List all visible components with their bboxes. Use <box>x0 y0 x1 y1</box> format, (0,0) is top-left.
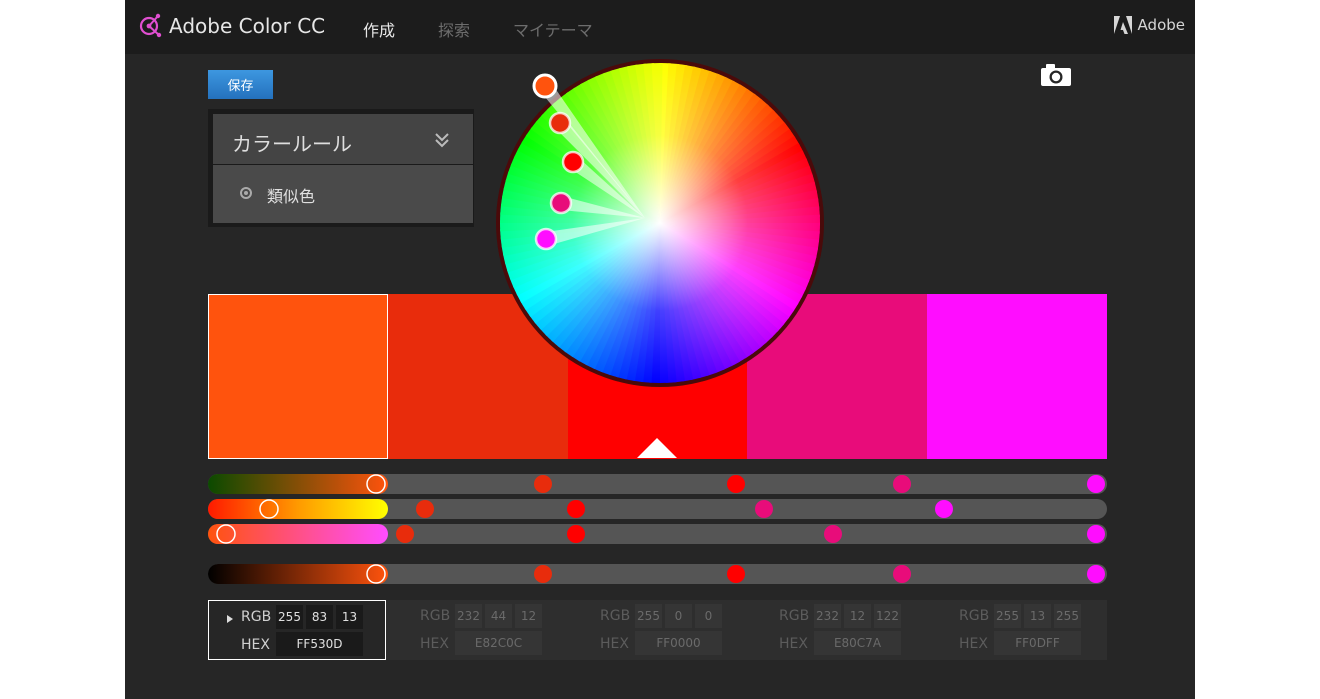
rgb-label: RGB <box>779 608 810 624</box>
color-value-block: RGB 255 83 13 HEX FF530D <box>208 600 386 660</box>
color-rule-dropdown[interactable]: カラールール <box>213 114 473 164</box>
rgb-channel-input[interactable]: 255 <box>276 605 303 629</box>
slider-knob[interactable] <box>567 525 585 543</box>
hex-label: HEX <box>600 636 629 652</box>
camera-icon[interactable] <box>1041 64 1071 86</box>
save-button[interactable]: 保存 <box>208 70 273 99</box>
slider-knob[interactable] <box>396 525 414 543</box>
adobe-color-logo-icon <box>139 13 162 38</box>
hex-input[interactable]: E80C7A <box>814 631 901 655</box>
slider-knob[interactable] <box>567 500 585 518</box>
wheel-handle[interactable] <box>534 227 558 251</box>
rgb-channel-input[interactable]: 232 <box>455 604 482 628</box>
hex-label: HEX <box>420 636 449 652</box>
adobe-brand[interactable]: Adobe <box>1113 16 1185 34</box>
rgb-channel-input[interactable]: 122 <box>874 604 901 628</box>
rgb-label: RGB <box>600 608 631 624</box>
hex-input[interactable]: FF0000 <box>635 631 722 655</box>
color-value-block: RGB 232 12 122 HEX E80C7A <box>747 600 925 660</box>
wheel-handle[interactable] <box>532 73 558 99</box>
rgb-channel-input[interactable]: 13 <box>1024 604 1051 628</box>
color-value-block: RGB 255 0 0 HEX FF0000 <box>568 600 746 660</box>
slider-knob[interactable] <box>727 565 745 583</box>
slider-knob[interactable] <box>1087 525 1105 543</box>
color-sliders[interactable] <box>125 470 1195 595</box>
slider-knob[interactable] <box>727 475 745 493</box>
hex-label: HEX <box>779 636 808 652</box>
hex-input[interactable]: FF0DFF <box>994 631 1081 655</box>
slider-knob[interactable] <box>893 565 911 583</box>
slider-active-gradient <box>208 564 388 584</box>
color-rule-option-label: 類似色 <box>267 187 316 206</box>
rgb-channel-input[interactable]: 12 <box>844 604 871 628</box>
slider-active-gradient <box>208 499 388 519</box>
color-rule-panel: カラールール 類似色 <box>208 109 474 227</box>
color-rule-option[interactable]: 類似色 <box>213 165 473 223</box>
app-window: Adobe Color CC 作成 探索 マイテーマ Adobe 保存 カラール… <box>125 0 1195 699</box>
rgb-label: RGB <box>241 609 272 625</box>
rgb-channel-input[interactable]: 255 <box>994 604 1021 628</box>
double-chevron-down-icon <box>435 133 449 148</box>
rgb-channel-input[interactable]: 232 <box>814 604 841 628</box>
slider-knob[interactable] <box>416 500 434 518</box>
nav-explore[interactable]: 探索 <box>438 17 470 41</box>
slider-active-gradient <box>208 474 388 494</box>
color-rule-title: カラールール <box>232 132 352 156</box>
color-swatch[interactable] <box>208 294 388 459</box>
rgb-label: RGB <box>420 608 451 624</box>
wheel-handle[interactable] <box>549 191 573 215</box>
adobe-brand-label: Adobe <box>1137 16 1185 34</box>
slider-knob[interactable] <box>1087 565 1105 583</box>
color-swatch[interactable] <box>927 294 1107 459</box>
slider-knob[interactable] <box>534 565 552 583</box>
slider-knob[interactable] <box>824 525 842 543</box>
rgb-channel-input[interactable]: 0 <box>695 604 722 628</box>
color-wheel[interactable] <box>495 58 825 388</box>
slider-knob[interactable] <box>935 500 953 518</box>
slider-knob[interactable] <box>534 475 552 493</box>
slider-knob[interactable] <box>1087 475 1105 493</box>
rgb-label: RGB <box>959 608 990 624</box>
color-wheel-center-glow <box>500 63 820 383</box>
app-title: Adobe Color CC <box>169 14 326 38</box>
rgb-channel-input[interactable]: 44 <box>485 604 512 628</box>
hex-label: HEX <box>959 636 988 652</box>
radio-icon[interactable] <box>240 187 252 199</box>
wheel-handle[interactable] <box>561 150 585 174</box>
rgb-channel-input[interactable]: 13 <box>336 605 363 629</box>
expand-triangle-icon[interactable] <box>227 615 233 623</box>
hex-input[interactable]: E82C0C <box>455 631 542 655</box>
hex-label: HEX <box>241 637 270 653</box>
color-value-block: RGB 232 44 12 HEX E82C0C <box>388 600 566 660</box>
wheel-handle[interactable] <box>548 111 572 135</box>
slider-knob[interactable] <box>755 500 773 518</box>
top-bar: Adobe Color CC 作成 探索 マイテーマ Adobe <box>125 0 1195 54</box>
rgb-channel-input[interactable]: 255 <box>635 604 662 628</box>
rgb-channel-input[interactable]: 255 <box>1054 604 1081 628</box>
adobe-logo-icon <box>1113 16 1132 34</box>
slider-knob[interactable] <box>893 475 911 493</box>
rgb-channel-input[interactable]: 0 <box>665 604 692 628</box>
nav-create[interactable]: 作成 <box>363 17 395 41</box>
hex-input[interactable]: FF530D <box>276 632 363 656</box>
color-value-block: RGB 255 13 255 HEX FF0DFF <box>927 600 1105 660</box>
rgb-channel-input[interactable]: 83 <box>306 605 333 629</box>
selected-swatch-pointer <box>637 438 677 458</box>
nav-my-themes[interactable]: マイテーマ <box>513 17 593 41</box>
rgb-channel-input[interactable]: 12 <box>515 604 542 628</box>
